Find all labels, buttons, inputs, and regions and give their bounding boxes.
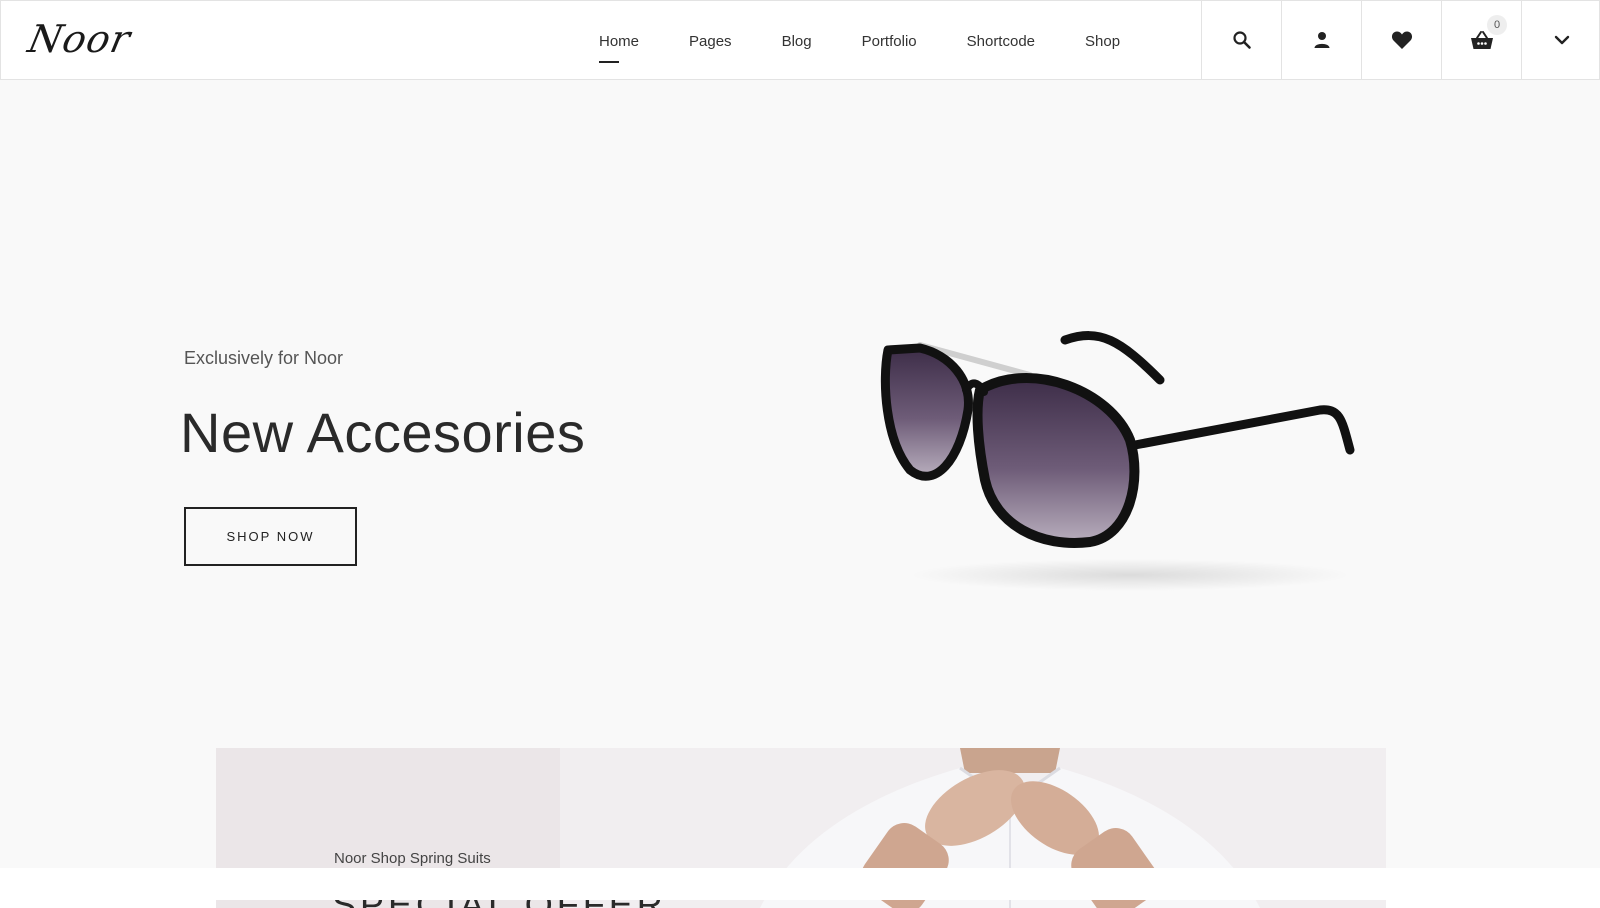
search-button[interactable] — [1201, 1, 1281, 79]
hero-subtitle: Exclusively for Noor — [184, 348, 344, 368]
nav-item-shortcode[interactable]: Shortcode — [967, 33, 1035, 50]
site-logo[interactable]: Noor — [24, 17, 135, 61]
chevron-down-icon — [1554, 35, 1569, 45]
site-header: Noor Home Pages Blog Portfolio Shortcode… — [0, 0, 1600, 80]
nav-item-pages[interactable]: Pages — [689, 33, 732, 50]
sunglasses-image — [880, 331, 1355, 591]
main-nav: Home Pages Blog Portfolio Shortcode Shop — [599, 1, 1120, 81]
nav-item-shop[interactable]: Shop — [1085, 33, 1120, 50]
more-menu-button[interactable] — [1521, 1, 1600, 79]
basket-icon — [1470, 31, 1493, 49]
shop-now-button[interactable]: SHOP NOW — [184, 507, 357, 566]
heart-icon — [1391, 31, 1412, 49]
nav-item-blog[interactable]: Blog — [782, 33, 812, 50]
wishlist-button[interactable] — [1361, 1, 1441, 79]
cart-button[interactable]: 0 — [1441, 1, 1521, 79]
user-icon — [1314, 32, 1329, 48]
account-button[interactable] — [1281, 1, 1361, 79]
search-icon — [1232, 31, 1251, 49]
nav-item-home[interactable]: Home — [599, 33, 639, 63]
header-actions: 0 — [1201, 1, 1600, 81]
page-background-strip — [0, 868, 1600, 900]
hero-title: New Accesories — [180, 401, 586, 464]
cart-count-badge: 0 — [1487, 15, 1507, 35]
nav-item-portfolio[interactable]: Portfolio — [862, 33, 917, 50]
offer-subtitle: Noor Shop Spring Suits — [334, 850, 491, 867]
